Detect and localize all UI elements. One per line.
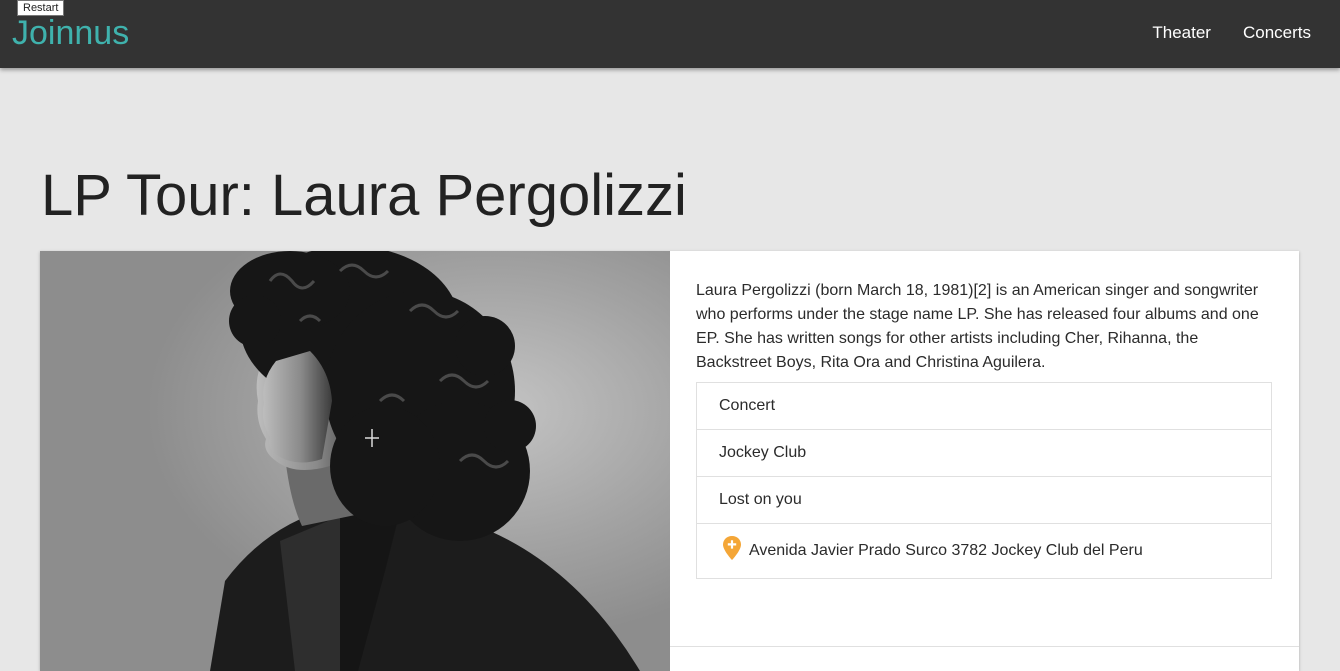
event-details-list: Concert Jockey Club Lost on you Avenida … [696,382,1272,579]
event-info: Laura Pergolizzi (born March 18, 1981)[2… [696,279,1272,579]
restart-tooltip: Restart [17,0,65,16]
top-navbar: Joinnus Theater Concerts [0,0,1340,68]
event-card: Laura Pergolizzi (born March 18, 1981)[2… [40,251,1299,671]
page-title: LP Tour: Laura Pergolizzi [41,163,687,228]
nav-link-concerts[interactable]: Concerts [1243,22,1311,44]
card-footer-divider [670,646,1299,647]
nav-links: Theater Concerts [1152,22,1311,44]
event-description: Laura Pergolizzi (born March 18, 1981)[2… [696,282,1259,371]
event-photo [40,251,670,671]
nav-link-theater[interactable]: Theater [1152,22,1211,44]
map-pin-icon [723,536,741,560]
portrait-photo [40,251,670,671]
detail-venue: Jockey Club [697,430,1271,477]
detail-song: Lost on you [697,477,1271,524]
detail-category: Concert [697,383,1271,430]
address-text: Avenida Javier Prado Surco 3782 Jockey C… [749,542,1143,559]
brand-logo-link[interactable]: Joinnus [12,13,129,53]
detail-address: Avenida Javier Prado Surco 3782 Jockey C… [697,524,1271,578]
